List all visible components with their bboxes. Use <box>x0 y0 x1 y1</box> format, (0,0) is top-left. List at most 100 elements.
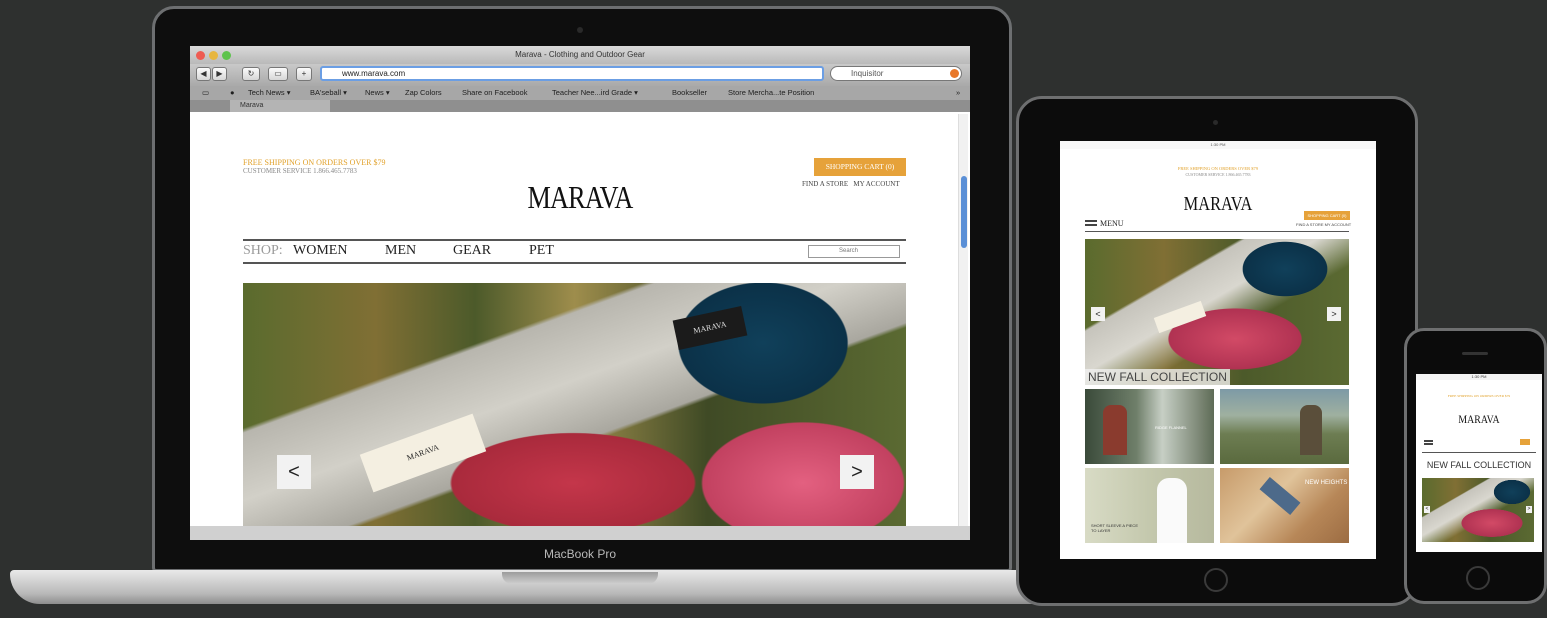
phone-hero-next[interactable]: > <box>1526 506 1532 513</box>
marava-logo[interactable]: MARAVA <box>523 179 638 216</box>
nav-gear[interactable]: GEAR <box>453 243 491 259</box>
phone-hero-image[interactable]: < > <box>1422 478 1534 542</box>
customer-service-text: CUSTOMER SERVICE 1.866.465.7783 <box>243 167 357 175</box>
window-title: Marava - Clothing and Outdoor Gear <box>515 50 645 59</box>
tile-person-figure <box>1103 405 1127 455</box>
site-search-placeholder: Search <box>839 248 859 254</box>
phone-cart-icon[interactable] <box>1520 439 1530 445</box>
tablet-account-links[interactable]: FIND A STORE MY ACCOUNT <box>1296 222 1351 227</box>
tablet-tile-heights[interactable]: NEW HEIGHTS <box>1220 468 1349 543</box>
find-store-link[interactable]: FIND A STORE <box>802 180 848 188</box>
phone-speaker <box>1462 352 1488 355</box>
minimize-window-button[interactable] <box>209 51 218 60</box>
tab-bar: Marava <box>190 100 970 112</box>
tablet-divider <box>1085 231 1349 232</box>
url-text: www.marava.com <box>342 69 406 78</box>
laptop-camera <box>577 27 583 33</box>
bookmarks-bar: ▭ ● Tech News ▾ BA'seball ▾ News ▾ Zap C… <box>190 86 970 100</box>
hero-slideshow-image[interactable]: MARAVA MARAVA < > <box>243 283 906 526</box>
forward-button[interactable]: ▶ <box>212 67 227 81</box>
more-bookmarks-icon[interactable]: » <box>956 86 960 100</box>
tablet-menu-button[interactable]: MENU <box>1085 219 1124 228</box>
tablet-promo[interactable]: FREE SHIPPING ON ORDERS OVER $79 <box>1120 166 1316 171</box>
close-window-button[interactable] <box>196 51 205 60</box>
browser-tab[interactable]: Marava <box>230 100 330 112</box>
screenshot-icon[interactable]: ▭ <box>268 67 288 81</box>
tablet-hero-tag <box>1153 300 1207 334</box>
tablet-hero-prev[interactable]: < <box>1091 307 1105 321</box>
nav-top-rule <box>243 239 906 241</box>
address-bar[interactable]: www.marava.com <box>320 66 824 81</box>
search-engine-icon[interactable] <box>950 69 959 78</box>
phone-screen: 1:30 PM FREE SHIPPING ON ORDERS OVER $79… <box>1416 374 1542 552</box>
add-bookmark-button[interactable]: + <box>296 67 312 81</box>
hamburger-icon <box>1085 220 1097 226</box>
phone-collection-heading: NEW FALL COLLECTION <box>1426 460 1532 470</box>
tablet-hero-caption: NEW FALL COLLECTION <box>1085 369 1230 385</box>
tablet-screen: 1:30 PM FREE SHIPPING ON ORDERS OVER $79… <box>1060 141 1376 559</box>
zoom-window-button[interactable] <box>222 51 231 60</box>
bookmark-item[interactable]: Store Mercha...te Position <box>728 86 814 100</box>
nav-pet[interactable]: PET <box>529 243 554 259</box>
nav-women[interactable]: WOMEN <box>293 243 347 259</box>
search-placeholder: Inquisitor <box>851 69 884 78</box>
phone-divider <box>1422 452 1536 453</box>
tablet-tile-flannel[interactable]: RIDGE FLANNEL <box>1085 389 1214 464</box>
reading-list-icon[interactable]: ▭ <box>202 86 209 100</box>
tile-climber-figure <box>1259 477 1301 515</box>
tablet-tile-label: RIDGE FLANNEL <box>1155 425 1187 430</box>
phone-hero-prev[interactable]: < <box>1424 506 1430 513</box>
jacket-label: MARAVA <box>672 306 748 350</box>
tablet-logo[interactable]: MARAVA <box>1177 193 1259 216</box>
marava-label-tag: MARAVA <box>359 413 487 493</box>
bookmark-item[interactable]: Share on Facebook <box>462 86 527 100</box>
phone-promo[interactable]: FREE SHIPPING ON ORDERS OVER $79 <box>1416 394 1542 398</box>
bookmark-item[interactable]: Bookseller <box>672 86 707 100</box>
bookmark-item[interactable]: Zap Colors <box>405 86 442 100</box>
browser-titlebar: Marava - Clothing and Outdoor Gear <box>190 46 970 64</box>
laptop-screen: Marava - Clothing and Outdoor Gear ◀ ▶ ↻… <box>190 46 970 540</box>
hero-next-button[interactable]: > <box>840 455 874 489</box>
cart-label: SHOPPING CART (0) <box>825 162 895 171</box>
tile-person-figure <box>1157 478 1187 543</box>
tablet-status-bar: 1:30 PM <box>1060 141 1376 149</box>
nav-men[interactable]: MEN <box>385 243 416 259</box>
tablet-tile-label: NEW HEIGHTS <box>1305 480 1348 486</box>
tablet-tile-short-sleeve[interactable]: SHORT SLEEVE A PIECE TO LAYER <box>1085 468 1214 543</box>
bookmark-item[interactable]: BA'seball ▾ <box>310 86 347 100</box>
back-button[interactable]: ◀ <box>196 67 211 81</box>
tablet-tile-label: SHORT SLEEVE A PIECE TO LAYER <box>1091 523 1138 533</box>
free-shipping-promo[interactable]: FREE SHIPPING ON ORDERS OVER $79 <box>243 158 385 167</box>
scroll-thumb[interactable] <box>961 176 967 248</box>
hero-prev-button[interactable]: < <box>277 455 311 489</box>
tablet-hero-image[interactable]: < > NEW FALL COLLECTION <box>1085 239 1349 385</box>
tablet-menu-label: MENU <box>1100 219 1124 228</box>
apple-icon[interactable]: ● <box>230 86 235 100</box>
bookmark-item[interactable]: Teacher Nee...ird Grade ▾ <box>552 86 638 100</box>
shopping-cart-button[interactable]: SHOPPING CART (0) <box>814 158 906 176</box>
my-account-link[interactable]: MY ACCOUNT <box>853 180 899 188</box>
reload-button[interactable]: ↻ <box>242 67 260 81</box>
phone-logo[interactable]: MARAVA <box>1454 412 1503 427</box>
vertical-scrollbar[interactable] <box>958 114 968 526</box>
nav-bottom-rule <box>243 262 906 264</box>
browser-search-field[interactable]: Inquisitor <box>830 66 962 81</box>
horizontal-scrollbar[interactable] <box>190 526 970 540</box>
tablet-hero-next[interactable]: > <box>1327 307 1341 321</box>
bookmark-item[interactable]: Tech News ▾ <box>248 86 291 100</box>
tablet-cart-button[interactable]: SHOPPING CART (0) <box>1304 211 1350 220</box>
tablet-customer-service: CUSTOMER SERVICE 1.866.465.7783 <box>1185 172 1251 177</box>
phone-home-button[interactable] <box>1466 566 1490 590</box>
account-links: FIND A STORE MY ACCOUNT <box>802 180 900 188</box>
tile-person-figure <box>1300 405 1322 455</box>
tablet-home-button[interactable] <box>1204 568 1228 592</box>
phone-status-bar: 1:30 PM <box>1416 374 1542 380</box>
phone-menu-icon[interactable] <box>1424 440 1433 445</box>
site-search-input[interactable]: Search <box>808 245 900 258</box>
browser-toolbar: ◀ ▶ ↻ ▭ + www.marava.com Inquisitor <box>190 64 970 86</box>
shop-label: SHOP: <box>243 243 283 258</box>
tablet-tile-outdoor[interactable] <box>1220 389 1349 464</box>
laptop-open-notch <box>502 572 658 584</box>
laptop-model-label: MacBook Pro <box>543 547 617 561</box>
bookmark-item[interactable]: News ▾ <box>365 86 390 100</box>
